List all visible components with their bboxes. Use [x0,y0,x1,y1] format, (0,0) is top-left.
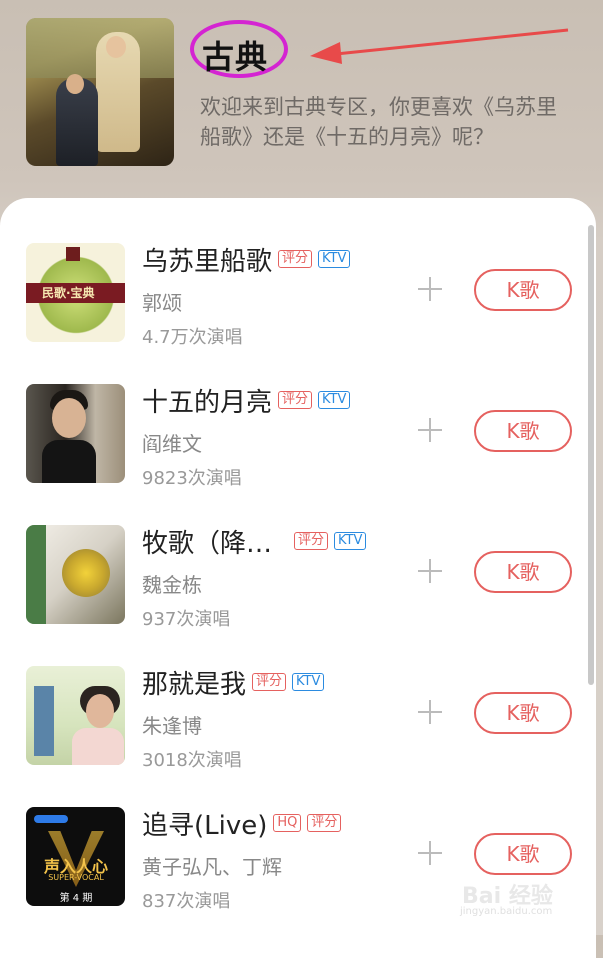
karaoke-button[interactable]: K歌 [474,269,572,311]
score-tag: 评分 [278,391,313,409]
song-title-line: 追寻(Live) HQ 评分 [142,807,342,841]
song-play-count: 937次演唱 [142,609,231,630]
song-title-line: 乌苏里船歌 评分 KTV [142,243,351,277]
song-artist: 魏金栋 [142,573,202,597]
karaoke-button[interactable]: K歌 [474,833,572,875]
song-artist: 郭颂 [142,291,182,315]
song-title-line: 那就是我 评分 KTV [142,666,325,700]
album-art: 民歌·宝典 [26,243,125,342]
song-artist: 朱逢博 [142,714,202,738]
ktv-tag: KTV [318,250,351,268]
score-tag: 评分 [294,532,329,550]
album-art [26,666,125,765]
ktv-tag: KTV [318,391,351,409]
add-icon[interactable] [418,700,442,724]
karaoke-button[interactable]: K歌 [474,551,572,593]
category-cover-image [26,18,174,166]
album-art [26,384,125,483]
score-tag: 评分 [278,250,313,268]
score-tag: 评分 [307,814,342,832]
song-name: 那就是我 [142,669,247,700]
hq-tag: HQ [273,814,302,832]
song-title-line: 牧歌（降… 评分 KTV [142,525,367,559]
song-row[interactable]: 民歌·宝典 乌苏里船歌 评分 KTV 郭颂 4.7万次演唱 K歌 [0,243,596,363]
category-description: 欢迎来到古典专区，你更喜欢《乌苏里船歌》还是《十五的月亮》呢？ [200,95,557,149]
add-icon[interactable] [418,841,442,865]
song-play-count: 4.7万次演唱 [142,327,243,348]
song-title-line: 十五的月亮 评分 KTV [142,384,351,418]
song-list-panel: 民歌·宝典 乌苏里船歌 评分 KTV 郭颂 4.7万次演唱 K歌 十五的月亮 评… [0,198,596,958]
song-name: 十五的月亮 [142,387,273,418]
score-tag: 评分 [252,673,287,691]
karaoke-button[interactable]: K歌 [474,692,572,734]
song-name: 牧歌（降… [142,528,273,559]
album-art: 声入人心 SUPER-VOCAL 第 4 期 [26,807,125,906]
song-row[interactable]: 牧歌（降… 评分 KTV 魏金栋 937次演唱 K歌 [0,525,596,645]
ktv-tag: KTV [334,532,367,550]
song-artist: 阎维文 [142,432,202,456]
song-artist: 黄子弘凡、丁辉 [142,855,282,879]
add-icon[interactable] [418,418,442,442]
add-icon[interactable] [418,559,442,583]
song-play-count: 3018次演唱 [142,750,242,771]
scrollbar[interactable] [588,225,594,685]
annotation-arrow-icon [310,28,569,64]
song-row[interactable]: 那就是我 评分 KTV 朱逢博 3018次演唱 K歌 [0,666,596,786]
watermark-url: jingyan.baidu.com [460,906,553,917]
song-row[interactable]: 十五的月亮 评分 KTV 阎维文 9823次演唱 K歌 [0,384,596,504]
album-art [26,525,125,624]
category-title-wrap: 古典 [190,20,290,80]
category-header: 古典 欢迎来到古典专区，你更喜欢《乌苏里船歌》还是《十五的月亮》呢？ [0,0,603,215]
karaoke-button[interactable]: K歌 [474,410,572,452]
song-play-count: 837次演唱 [142,891,231,912]
song-name: 乌苏里船歌 [142,246,273,277]
song-play-count: 9823次演唱 [142,468,242,489]
add-icon[interactable] [418,277,442,301]
song-name: 追寻(Live) [142,810,268,841]
ktv-tag: KTV [292,673,325,691]
category-title: 古典 [202,38,269,76]
